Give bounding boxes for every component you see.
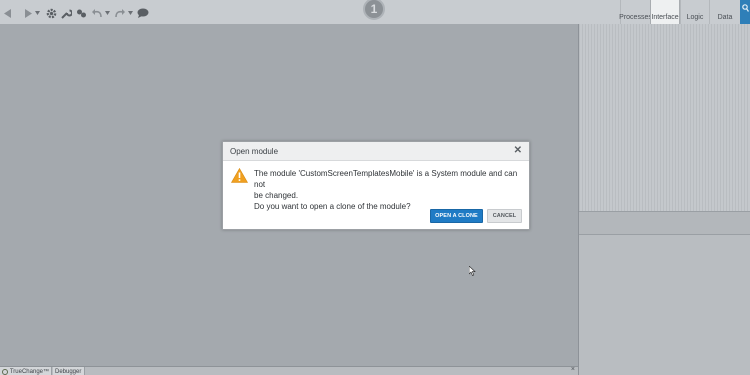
open-module-dialog: Open module ✕ The module 'CustomScreenTe… xyxy=(222,141,530,230)
tab-logic[interactable]: Logic xyxy=(680,0,709,24)
open-clone-button[interactable]: OPEN A CLONE xyxy=(430,209,483,223)
cancel-button[interactable]: CANCEL xyxy=(487,209,522,223)
arrow-left-icon[interactable] xyxy=(3,6,13,20)
message-line: The module 'CustomScreenTemplatesMobile'… xyxy=(254,169,518,189)
message-line: Do you want to open a clone of the modul… xyxy=(254,202,411,211)
center-badge: 1 xyxy=(363,0,385,20)
dialog-title: Open module xyxy=(230,147,279,156)
chevron-down-icon[interactable] xyxy=(127,6,133,20)
puzzle-icon[interactable] xyxy=(75,6,87,20)
elements-panel[interactable] xyxy=(579,24,750,211)
tab-debugger[interactable]: Debugger xyxy=(53,367,85,375)
redo-icon[interactable] xyxy=(114,6,125,20)
close-icon[interactable]: × xyxy=(571,366,575,373)
tab-data[interactable]: Data xyxy=(709,0,740,24)
tab-bar: Processes Interface Logic Data xyxy=(619,0,740,24)
chevron-down-icon[interactable] xyxy=(34,6,40,20)
mouse-cursor-icon xyxy=(468,263,476,276)
dialog-header: Open module ✕ xyxy=(223,142,529,161)
message-line: be changed. xyxy=(254,191,299,200)
wrench-icon[interactable] xyxy=(60,6,72,20)
badge-number: 1 xyxy=(363,0,385,20)
tab-debugger-label: Debugger xyxy=(55,368,82,375)
tab-truechange[interactable]: TrueChange™ xyxy=(0,367,52,375)
speech-bubble-icon[interactable] xyxy=(137,6,149,20)
search-button[interactable] xyxy=(740,0,750,24)
dialog-message: The module 'CustomScreenTemplatesMobile'… xyxy=(254,168,526,212)
check-icon xyxy=(2,368,8,375)
search-icon xyxy=(742,4,750,14)
arrow-right-icon[interactable] xyxy=(23,6,33,20)
panel-divider[interactable] xyxy=(579,211,750,235)
tab-interface[interactable]: Interface xyxy=(650,0,680,24)
tab-processes[interactable]: Processes xyxy=(619,0,652,24)
chevron-down-icon[interactable] xyxy=(104,6,110,20)
bottom-bar: TrueChange™ Debugger × xyxy=(0,366,578,375)
tab-truechange-label: TrueChange™ xyxy=(9,368,49,375)
warning-icon xyxy=(230,167,249,183)
properties-panel[interactable] xyxy=(579,235,750,375)
undo-icon[interactable] xyxy=(91,6,102,20)
right-panel xyxy=(578,24,750,375)
gear-icon[interactable] xyxy=(45,6,57,20)
close-icon[interactable]: ✕ xyxy=(514,145,522,156)
top-toolbar: 1 Processes Interface Logic Data xyxy=(0,0,750,24)
